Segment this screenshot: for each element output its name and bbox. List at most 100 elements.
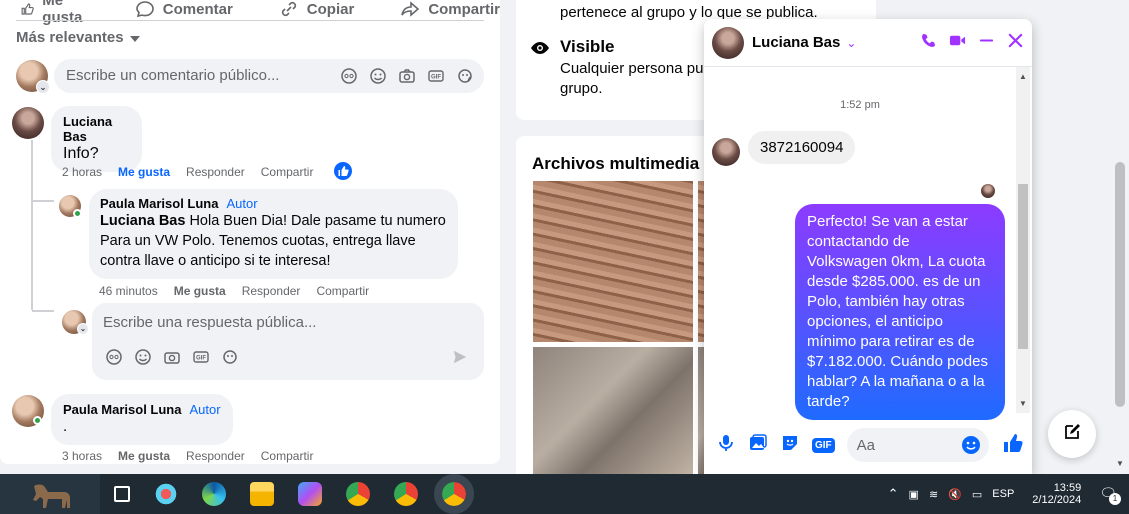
file-explorer-icon[interactable]: [250, 482, 274, 506]
comment-share-button[interactable]: Compartir: [261, 449, 314, 463]
comment-bubble: Paula Marisol Luna Autor .: [51, 394, 233, 445]
reply-meta: 46 minutos Me gusta Responder Compartir: [99, 284, 369, 298]
scrollbar-thumb[interactable]: [1018, 184, 1028, 349]
eye-icon: [530, 38, 550, 63]
avatar-sticker-icon[interactable]: [340, 67, 358, 85]
microphone-icon[interactable]: [716, 433, 736, 458]
message-input[interactable]: Aa: [846, 428, 989, 462]
share-action-button[interactable]: Compartir: [400, 0, 500, 26]
reply-input[interactable]: Escribe una respuesta pública... GIF: [92, 303, 484, 380]
chevron-down-icon[interactable]: ⌄: [77, 323, 89, 335]
chrome-icon[interactable]: [346, 482, 370, 506]
wifi-icon[interactable]: ≋: [929, 488, 938, 501]
scroll-down-icon[interactable]: ▼: [1019, 399, 1027, 408]
comment-reply-button[interactable]: Responder: [186, 449, 245, 463]
snipping-tool-icon[interactable]: [154, 482, 178, 506]
close-icon[interactable]: [1007, 32, 1024, 54]
image-icon[interactable]: [748, 433, 768, 458]
sticker-icon[interactable]: [780, 433, 800, 458]
messenger-chat-window: Luciana Bas ⌄ 1:52 pm 3872160094 Perfect…: [704, 19, 1032, 474]
reply-reply-button[interactable]: Responder: [242, 284, 301, 298]
minimize-icon[interactable]: [978, 32, 995, 54]
emoji-icon[interactable]: [134, 348, 152, 366]
phone-call-icon[interactable]: [920, 32, 937, 54]
action-divider: [16, 20, 484, 21]
comment-sort-dropdown[interactable]: Más relevantes: [16, 29, 140, 46]
page-scrollbar-thumb[interactable]: [1115, 162, 1125, 407]
avatar-sticker-icon[interactable]: [105, 348, 123, 366]
visible-description: Cualquier persona pue: [560, 60, 712, 77]
copy-action-button[interactable]: Copiar: [279, 0, 354, 26]
like-reaction-icon[interactable]: [334, 162, 352, 180]
chat-scrollbar[interactable]: ▲ ▼: [1016, 67, 1030, 413]
incoming-message[interactable]: 3872160094: [748, 131, 856, 164]
chevron-up-icon[interactable]: ⌃: [888, 486, 899, 502]
task-view-icon[interactable]: [114, 486, 130, 502]
comment-author[interactable]: Luciana Bas: [63, 114, 130, 144]
send-icon[interactable]: [452, 349, 468, 370]
emoji-icon[interactable]: [961, 435, 981, 460]
sender-avatar[interactable]: [712, 138, 740, 166]
sticker-icon[interactable]: [221, 348, 239, 366]
camera-icon[interactable]: [163, 348, 181, 366]
compose-icon: [1062, 422, 1082, 447]
clock-date: 2/12/2024: [1032, 494, 1082, 506]
reply-share-button[interactable]: Compartir: [316, 284, 369, 298]
copilot-icon[interactable]: [298, 482, 322, 506]
gif-icon[interactable]: GIF: [427, 67, 445, 85]
volume-muted-icon[interactable]: 🔇: [948, 488, 962, 501]
comment-share-button[interactable]: Compartir: [261, 165, 314, 179]
chat-contact-avatar[interactable]: [712, 26, 744, 59]
like-action-button[interactable]: Me gusta: [20, 0, 89, 26]
share-icon: [401, 1, 420, 17]
comment-time[interactable]: 3 horas: [62, 449, 102, 463]
page-scrollbar[interactable]: ▼: [1111, 0, 1129, 474]
comment-action-button[interactable]: Comentar: [135, 0, 233, 26]
chrome-active-icon[interactable]: [434, 474, 474, 514]
comment-like-button[interactable]: Me gusta: [118, 449, 170, 463]
author-badge: Autor: [226, 196, 258, 211]
media-photo[interactable]: [533, 347, 693, 476]
gif-icon[interactable]: GIF: [192, 348, 210, 366]
online-status-dot: [73, 209, 82, 218]
post-actions: Me gusta Comentar Copiar Compartir: [20, 0, 500, 26]
scroll-up-icon[interactable]: ▲: [1019, 72, 1027, 81]
reply-mention[interactable]: Luciana Bas: [100, 213, 185, 229]
outgoing-message[interactable]: Perfecto! Se van a estar contactando de …: [795, 204, 1005, 420]
meet-now-icon[interactable]: ▣: [909, 488, 919, 501]
chevron-down-icon[interactable]: ⌄: [36, 80, 50, 94]
composer-icons: GIF: [340, 67, 474, 85]
svg-text:GIF: GIF: [196, 356, 206, 362]
comment-input[interactable]: Escribe un comentario público... GIF: [54, 59, 484, 93]
reply-time[interactable]: 46 minutos: [99, 284, 158, 298]
reply-like-button[interactable]: Me gusta: [174, 284, 226, 298]
chat-contact-name[interactable]: Luciana Bas: [752, 34, 840, 51]
video-call-icon[interactable]: [949, 32, 966, 54]
windows-taskbar: ⌃ ▣ ≋ 🔇 ▭ ESP 13:59 2/12/2024 🗨 1: [0, 474, 1129, 514]
camera-icon[interactable]: [398, 67, 416, 85]
comment-meta: 2 horas Me gusta Responder Compartir: [62, 165, 313, 179]
chrome-profile-icon[interactable]: [394, 482, 418, 506]
gif-button[interactable]: GIF: [812, 437, 835, 453]
battery-icon[interactable]: ▭: [972, 488, 982, 501]
new-message-button[interactable]: [1048, 410, 1096, 458]
system-tray: ⌃ ▣ ≋ 🔇 ▭ ESP 13:59 2/12/2024 🗨 1: [888, 482, 1129, 506]
scroll-down-icon[interactable]: ▼: [1116, 459, 1124, 468]
reply-author[interactable]: Paula Marisol Luna: [100, 196, 218, 211]
reply-bubble: Paula Marisol Luna Autor Luciana Bas Hola…: [89, 189, 458, 279]
commenter-avatar[interactable]: [12, 107, 44, 139]
moose-widget-icon[interactable]: [0, 474, 100, 514]
chevron-down-icon[interactable]: ⌄: [846, 36, 856, 50]
comment-like-button[interactable]: Me gusta: [118, 165, 170, 179]
comment-time[interactable]: 2 horas: [62, 165, 102, 179]
media-photo[interactable]: [533, 181, 693, 342]
emoji-icon[interactable]: [369, 67, 387, 85]
sticker-icon[interactable]: [456, 67, 474, 85]
comment-author[interactable]: Paula Marisol Luna: [63, 402, 181, 417]
edge-browser-icon[interactable]: [202, 482, 226, 506]
notification-center-icon[interactable]: 🗨 1: [1099, 485, 1121, 505]
clock[interactable]: 13:59 2/12/2024: [1032, 482, 1081, 506]
thumbs-up-send-icon[interactable]: [1001, 432, 1023, 459]
language-indicator[interactable]: ESP: [992, 488, 1014, 500]
comment-reply-button[interactable]: Responder: [186, 165, 245, 179]
